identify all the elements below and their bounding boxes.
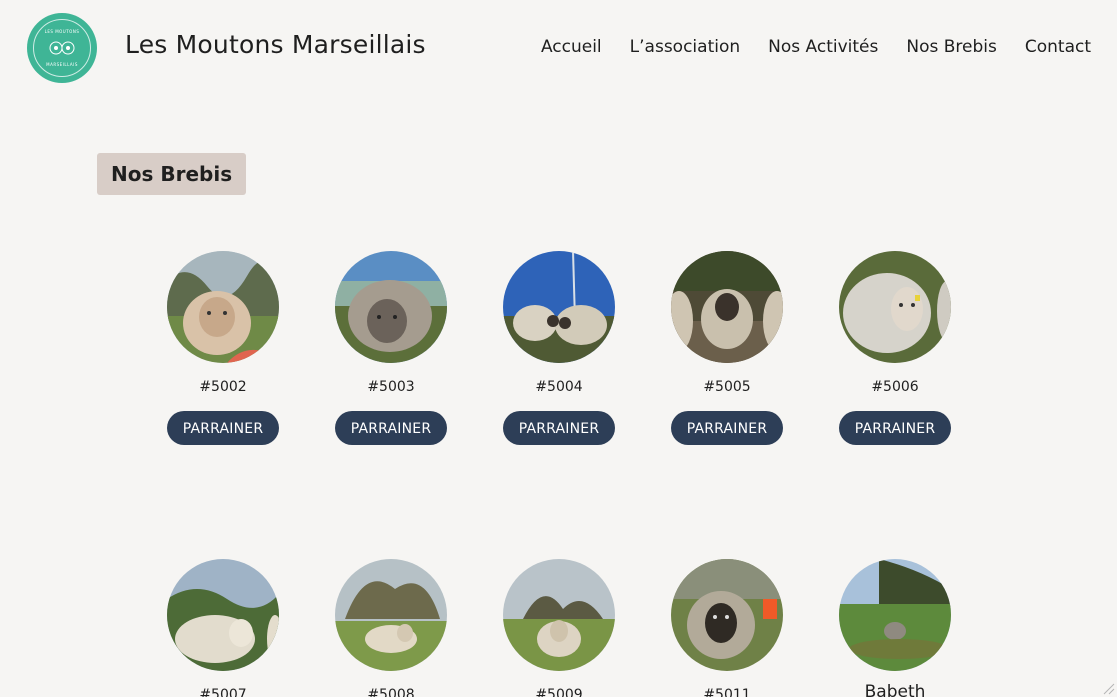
sheep-card: #5004 PARRAINER <box>503 251 615 445</box>
sheep-id: #5003 <box>367 379 415 395</box>
nav-accueil[interactable]: Accueil <box>541 37 602 57</box>
nav-activites[interactable]: Nos Activités <box>768 37 878 57</box>
resize-handle-icon[interactable] <box>1103 683 1115 695</box>
sheep-card: #5007 <box>167 559 279 697</box>
sheep-card: #5008 <box>335 559 447 697</box>
section-title: Nos Brebis <box>97 153 247 195</box>
sheep-card: #5009 <box>503 559 615 697</box>
sheep-photo[interactable] <box>839 559 951 671</box>
sheep-id: #5006 <box>871 379 919 395</box>
sheep-photo[interactable] <box>503 251 615 363</box>
sheep-id: #5009 <box>535 687 583 697</box>
sheep-card: #5003 PARRAINER <box>335 251 447 445</box>
sheep-id: #5004 <box>535 379 583 395</box>
logo-text-top: LES MOUTONS <box>44 29 80 34</box>
site-title[interactable]: Les Moutons Marseillais <box>125 30 426 59</box>
sheep-id: #5002 <box>199 379 247 395</box>
sheep-id: #5008 <box>367 687 415 697</box>
sponsor-button[interactable]: PARRAINER <box>335 411 447 445</box>
sheep-photo[interactable] <box>839 251 951 363</box>
logo-text-bottom: MARSEILLAIS <box>46 62 78 67</box>
sheep-card: #5011 <box>671 559 783 697</box>
sheep-id: #5005 <box>703 379 751 395</box>
sheep-photo[interactable] <box>335 251 447 363</box>
site-logo[interactable]: LES MOUTONS MARSEILLAIS <box>27 13 97 83</box>
sheep-card: #5005 PARRAINER <box>671 251 783 445</box>
sheep-photo[interactable] <box>167 251 279 363</box>
sheep-id: #5007 <box>199 687 247 697</box>
nav-brebis[interactable]: Nos Brebis <box>906 37 997 57</box>
page: LES MOUTONS MARSEILLAIS Les Moutons Mars… <box>0 0 1117 697</box>
sheep-photo[interactable] <box>671 559 783 671</box>
sponsor-button[interactable]: PARRAINER <box>167 411 279 445</box>
sheep-card: #5006 PARRAINER <box>839 251 951 445</box>
sheep-card: #5002 PARRAINER <box>167 251 279 445</box>
sheep-logo-icon <box>49 41 75 55</box>
sponsor-button[interactable]: PARRAINER <box>671 411 783 445</box>
logo-emblem: LES MOUTONS MARSEILLAIS <box>33 19 91 77</box>
sheep-card: Babeth <box>839 559 951 697</box>
nav-association[interactable]: L’association <box>630 37 740 57</box>
sheep-id: #5011 <box>703 687 751 697</box>
nav-contact[interactable]: Contact <box>1025 37 1091 57</box>
main-nav: Accueil L’association Nos Activités Nos … <box>541 37 1091 57</box>
sponsor-button[interactable]: PARRAINER <box>839 411 951 445</box>
sponsor-button[interactable]: PARRAINER <box>503 411 615 445</box>
sheep-photo[interactable] <box>671 251 783 363</box>
sheep-photo[interactable] <box>503 559 615 671</box>
sheep-photo[interactable] <box>167 559 279 671</box>
sheep-photo[interactable] <box>335 559 447 671</box>
sheep-name: Babeth <box>864 682 926 697</box>
